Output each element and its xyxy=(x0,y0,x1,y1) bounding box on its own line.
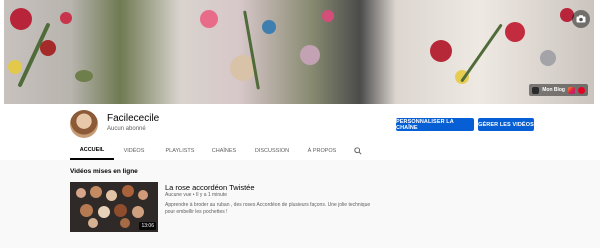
video-thumbnail[interactable]: 13:06 xyxy=(70,182,158,232)
banner-flower xyxy=(40,40,56,56)
thumb-rose xyxy=(106,190,117,201)
banner-flower xyxy=(430,40,452,62)
video-duration: 13:06 xyxy=(139,222,156,230)
banner-edge xyxy=(0,0,4,104)
banner-edge xyxy=(594,0,600,104)
pinterest-icon[interactable] xyxy=(578,86,585,94)
tab-playlists[interactable]: PLAYLISTS xyxy=(158,142,202,160)
camera-icon[interactable] xyxy=(572,10,590,28)
thumb-rose xyxy=(88,218,98,228)
tab-about[interactable]: À PROPOS xyxy=(302,142,342,160)
instagram-icon[interactable] xyxy=(568,86,575,94)
banner-flower xyxy=(10,8,32,30)
tab-channels[interactable]: CHAÎNES xyxy=(206,142,242,160)
thumb-rose xyxy=(114,204,127,217)
channel-header: Facilececile Aucun abonné PERSONNALISER … xyxy=(0,104,600,160)
thumb-rose xyxy=(80,204,93,217)
banner-link-label[interactable]: Mon Blog xyxy=(542,87,565,93)
banner-leaf xyxy=(75,70,93,82)
banner-links[interactable]: Mon Blog xyxy=(529,84,588,96)
tab-home[interactable]: ACCUEIL xyxy=(70,142,114,160)
thumb-rose xyxy=(132,206,144,218)
channel-name: Facilececile xyxy=(107,113,160,124)
banner-flower xyxy=(8,60,22,74)
customize-channel-button[interactable]: PERSONNALISER LA CHAÎNE xyxy=(396,118,474,131)
thumb-rose xyxy=(98,206,110,218)
avatar[interactable] xyxy=(70,110,98,138)
video-meta: Aucune vue • Il y a 1 minute xyxy=(165,192,228,198)
search-icon[interactable] xyxy=(350,142,366,160)
banner-flower xyxy=(322,10,334,22)
tab-videos[interactable]: VIDÉOS xyxy=(114,142,154,160)
video-description: Apprendre à broder au ruban , des roses … xyxy=(165,202,371,215)
banner-flower xyxy=(60,12,72,24)
section-title[interactable]: Vidéos mises en ligne xyxy=(70,168,138,175)
thumb-rose xyxy=(90,186,102,198)
banner-stem xyxy=(460,23,503,83)
banner-flower xyxy=(262,20,276,34)
channel-content: Vidéos mises en ligne 13:06 La rose acco… xyxy=(0,160,600,248)
banner-flower xyxy=(505,22,525,42)
tab-discussion[interactable]: DISCUSSION xyxy=(250,142,294,160)
banner-flower xyxy=(200,10,218,28)
banner-flower xyxy=(300,45,320,65)
subscriber-count: Aucun abonné xyxy=(107,126,146,132)
video-title[interactable]: La rose accordéon Twistée xyxy=(165,183,255,192)
thumb-rose xyxy=(120,218,130,228)
thumb-rose xyxy=(138,190,148,200)
channel-banner: Mon Blog xyxy=(0,0,600,104)
thumb-rose xyxy=(122,185,134,197)
link-icon xyxy=(532,86,540,94)
thumb-rose xyxy=(76,188,86,198)
banner-flower xyxy=(540,50,556,66)
manage-videos-button[interactable]: GÉRER LES VIDÉOS xyxy=(478,118,534,131)
